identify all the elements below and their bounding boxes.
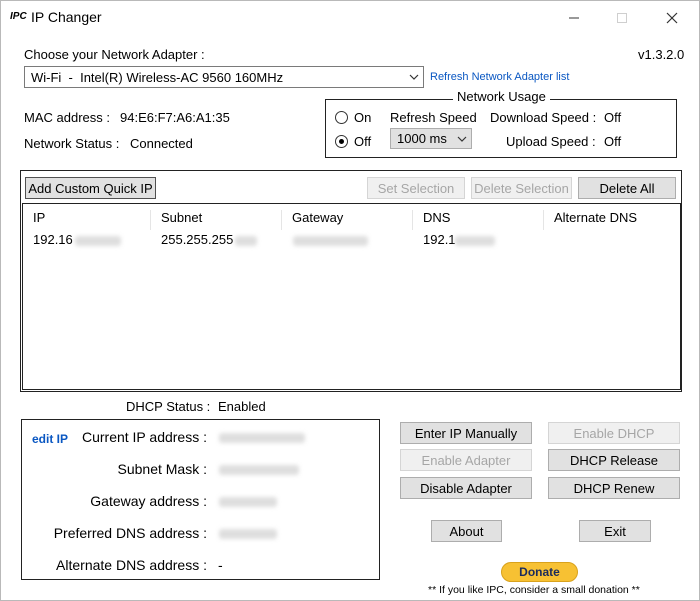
column-header-dns[interactable]: DNS xyxy=(413,210,544,230)
redacted-text xyxy=(219,465,299,475)
delete-all-button[interactable]: Delete All xyxy=(578,177,676,199)
mac-label: MAC address : xyxy=(24,110,110,125)
alternate-dns-value: - xyxy=(218,557,223,573)
refresh-speed-value: 1000 ms xyxy=(397,131,447,146)
dhcp-status-label: DHCP Status : xyxy=(126,399,211,414)
redacted-text xyxy=(219,529,277,539)
exit-button[interactable]: Exit xyxy=(579,520,651,542)
adapter-label: Choose your Network Adapter : xyxy=(24,47,205,62)
preferred-dns-label: Preferred DNS address : xyxy=(53,525,207,541)
title-bar: IPC IP Changer xyxy=(1,1,699,33)
add-quick-ip-button[interactable]: Add Custom Quick IP xyxy=(25,177,156,199)
cell-ip: 192.16 xyxy=(33,232,73,247)
usage-on-radio[interactable] xyxy=(335,111,348,124)
chevron-down-icon xyxy=(409,74,419,80)
download-speed-label: Download Speed : xyxy=(490,110,597,125)
delete-selection-button[interactable]: Delete Selection xyxy=(471,177,572,199)
window-title: IP Changer xyxy=(31,9,102,25)
cell-subnet: 255.255.255 xyxy=(161,232,234,247)
network-usage-group xyxy=(325,99,677,158)
maximize-button[interactable] xyxy=(599,5,645,31)
set-selection-button[interactable]: Set Selection xyxy=(367,177,465,199)
redacted-text xyxy=(235,236,257,246)
download-speed-value: Off xyxy=(604,110,622,125)
close-button[interactable] xyxy=(649,5,695,31)
close-icon xyxy=(666,12,678,24)
maximize-icon xyxy=(617,13,627,23)
redacted-text xyxy=(293,236,368,246)
network-usage-legend: Network Usage xyxy=(453,89,550,104)
refresh-speed-label: Refresh Speed xyxy=(390,110,477,125)
adapter-select-value: Wi-Fi - Intel(R) Wireless-AC 9560 160MHz xyxy=(31,70,284,85)
subnet-mask-label: Subnet Mask : xyxy=(117,461,208,477)
column-header-alt-dns[interactable]: Alternate DNS xyxy=(544,210,680,230)
redacted-text xyxy=(455,236,495,246)
chevron-down-icon xyxy=(457,136,467,142)
donate-note: ** If you like IPC, consider a small don… xyxy=(428,584,640,596)
column-header-subnet[interactable]: Subnet xyxy=(151,210,282,230)
quick-ip-table[interactable]: IP Subnet Gateway DNS Alternate DNS 192.… xyxy=(22,203,681,390)
about-button[interactable]: About xyxy=(431,520,502,542)
column-header-gateway[interactable]: Gateway xyxy=(282,210,413,230)
mac-value: 94:E6:F7:A6:A1:35 xyxy=(120,110,230,125)
enable-adapter-button[interactable]: Enable Adapter xyxy=(400,449,532,471)
redacted-text xyxy=(219,497,277,507)
gateway-label: Gateway address : xyxy=(90,493,207,509)
table-row[interactable]: 192.16 255.255.255 192.1 xyxy=(23,230,679,250)
column-header-ip[interactable]: IP xyxy=(23,210,151,230)
usage-off-label: Off xyxy=(354,134,372,149)
upload-speed-label: Upload Speed : xyxy=(506,134,596,149)
disable-adapter-button[interactable]: Disable Adapter xyxy=(400,477,532,499)
app-logo: IPC xyxy=(10,11,27,22)
usage-off-radio[interactable] xyxy=(335,135,348,148)
enable-dhcp-button[interactable]: Enable DHCP xyxy=(548,422,680,444)
enter-ip-manually-button[interactable]: Enter IP Manually xyxy=(400,422,532,444)
version-label: v1.3.2.0 xyxy=(638,47,685,62)
redacted-text xyxy=(75,236,121,246)
network-status-value: Connected xyxy=(130,136,193,151)
alternate-dns-label: Alternate DNS address : xyxy=(56,557,207,573)
minimize-button[interactable] xyxy=(551,5,597,31)
refresh-speed-select[interactable]: 1000 ms xyxy=(390,128,472,149)
upload-speed-value: Off xyxy=(604,134,622,149)
network-status-label: Network Status : xyxy=(24,136,120,151)
current-ip-label: Current IP address : xyxy=(81,429,207,445)
redacted-text xyxy=(219,433,305,443)
donate-button[interactable]: Donate xyxy=(501,562,578,582)
dhcp-renew-button[interactable]: DHCP Renew xyxy=(548,477,680,499)
refresh-adapter-link[interactable]: Refresh Network Adapter list xyxy=(430,71,569,83)
dhcp-status-value: Enabled xyxy=(218,399,266,414)
minimize-icon xyxy=(569,17,579,19)
cell-dns: 192.1 xyxy=(423,232,456,247)
usage-on-label: On xyxy=(354,110,372,125)
app-window: IPC IP Changer Choose your Network Adapt… xyxy=(0,0,700,601)
dhcp-release-button[interactable]: DHCP Release xyxy=(548,449,680,471)
adapter-select[interactable]: Wi-Fi - Intel(R) Wireless-AC 9560 160MHz xyxy=(24,66,424,88)
